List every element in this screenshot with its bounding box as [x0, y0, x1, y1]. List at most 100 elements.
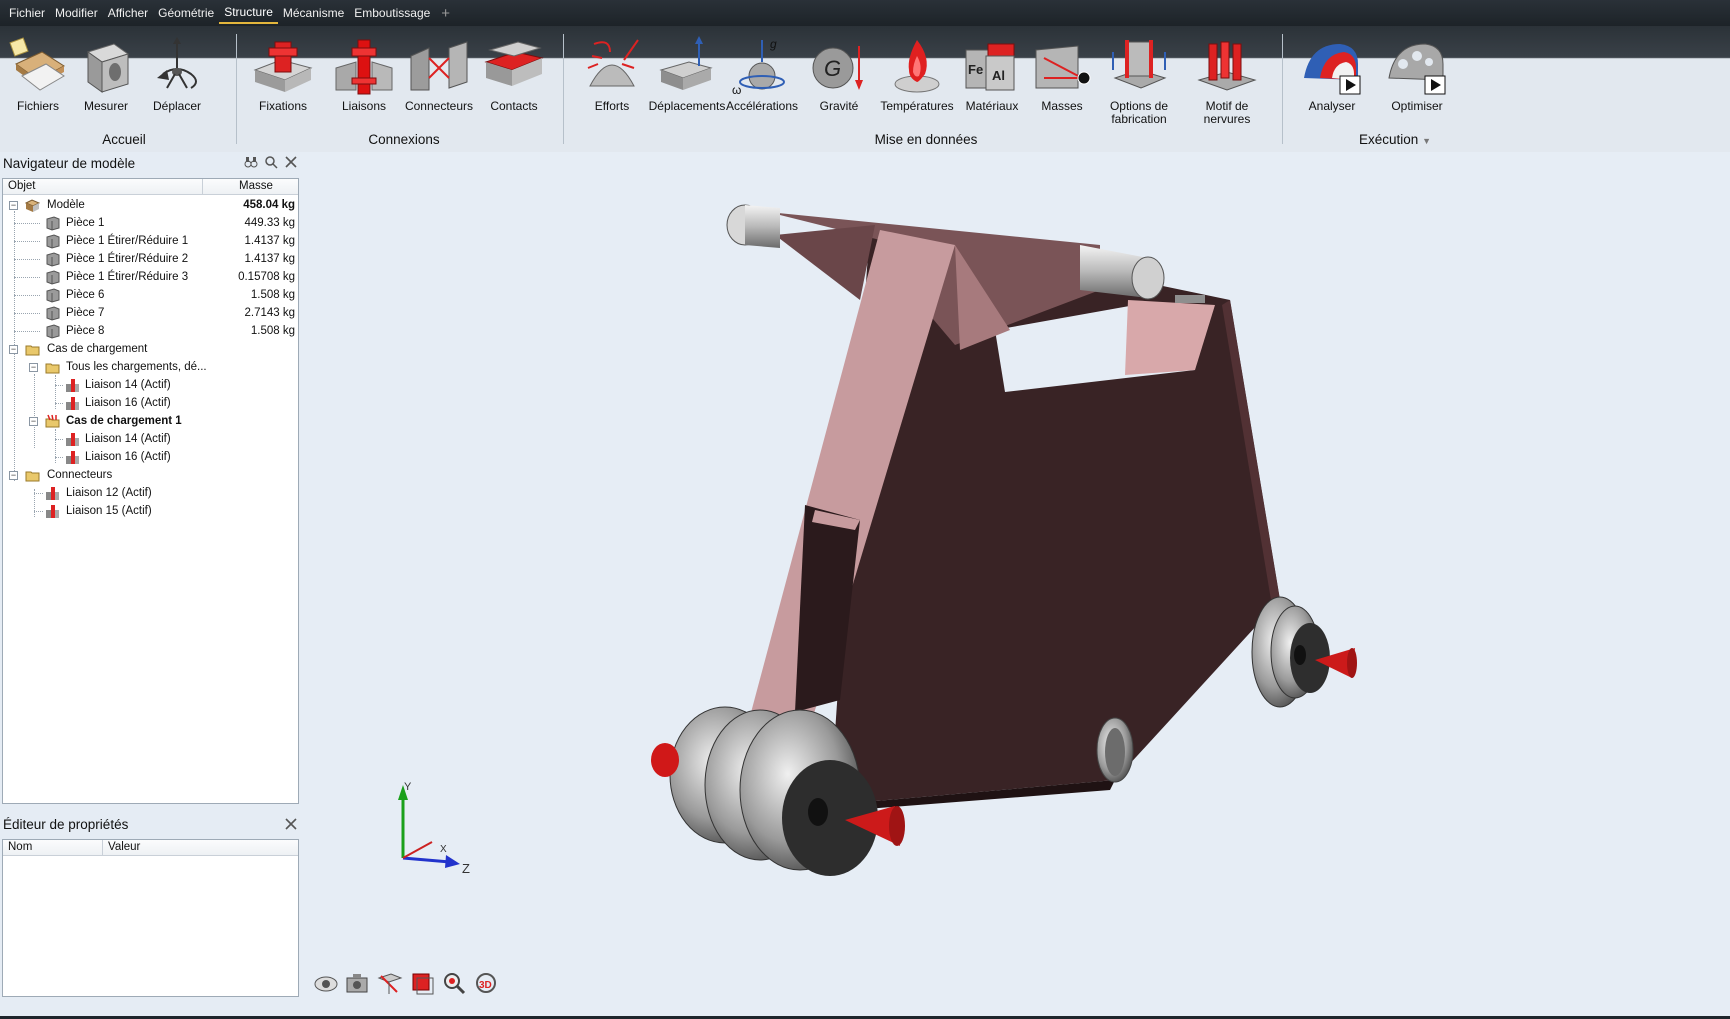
- deplacements-button[interactable]: Déplacements: [649, 26, 725, 134]
- connecteurs-button[interactable]: Connecteurs: [401, 26, 477, 134]
- measure-icon: [86, 43, 130, 93]
- tree-mass: 0.15708 kg: [238, 271, 295, 283]
- liaisons-icon: [335, 39, 393, 95]
- contacts-button[interactable]: Contacts: [476, 26, 552, 134]
- svg-text:3D: 3D: [479, 980, 492, 991]
- motif-nervures-button[interactable]: Motif de nervures: [1189, 26, 1265, 134]
- analyze-icon: [1304, 44, 1361, 95]
- tree-label: Liaison 14 (Actif): [85, 433, 171, 445]
- add-tab-icon[interactable]: +: [435, 5, 456, 22]
- menu-geometrie[interactable]: Géométrie: [153, 2, 219, 24]
- right-wheel-hub[interactable]: [1251, 596, 1357, 708]
- eye-icon[interactable]: [313, 970, 339, 996]
- tree-row-liaison[interactable]: Liaison 15 (Actif): [3, 502, 298, 520]
- tree-row-liaison[interactable]: Liaison 16 (Actif): [3, 448, 298, 466]
- tree-label: Cas de chargement 1: [66, 415, 182, 427]
- tree-label: Liaison 16 (Actif): [85, 397, 171, 409]
- options-fabrication-button[interactable]: Options de fabrication: [1101, 26, 1177, 134]
- tree-row-part[interactable]: Pièce 7 2.7143 kg: [3, 304, 298, 322]
- efforts-button[interactable]: Efforts: [574, 26, 650, 134]
- menu-structure[interactable]: Structure: [219, 2, 278, 24]
- collapse-icon[interactable]: −: [9, 470, 18, 480]
- analyser-button[interactable]: Analyser: [1294, 26, 1370, 134]
- binoculars-icon[interactable]: [244, 155, 258, 169]
- bolt-red[interactable]: [651, 743, 679, 777]
- fixations-button[interactable]: Fixations: [245, 26, 321, 134]
- tree-row-liaison[interactable]: Liaison 14 (Actif): [3, 376, 298, 394]
- tree-row-part[interactable]: Pièce 1 Étirer/Réduire 1 1.4137 kg: [3, 232, 298, 250]
- tree-mass: 1.4137 kg: [244, 235, 295, 247]
- tree-row-liaison[interactable]: Liaison 16 (Actif): [3, 394, 298, 412]
- options-label-line2: fabrication: [1111, 112, 1167, 126]
- tree-label: Liaison 14 (Actif): [85, 379, 171, 391]
- rib-pattern-icon: [1197, 41, 1257, 91]
- tree-row-connectors[interactable]: − Connecteurs: [3, 466, 298, 484]
- menu-modifier[interactable]: Modifier: [50, 2, 103, 24]
- tree-label: Pièce 1 Étirer/Réduire 1: [66, 235, 189, 247]
- chevron-down-icon[interactable]: ▼: [1422, 136, 1431, 146]
- 3d-view-icon[interactable]: 3D: [473, 970, 499, 996]
- deplacer-button[interactable]: Déplacer: [139, 26, 215, 134]
- menu-emboutissage[interactable]: Emboutissage: [349, 2, 435, 24]
- fixations-label: Fixations: [258, 99, 308, 113]
- contacts-label: Contacts: [490, 99, 538, 113]
- tree-row-part[interactable]: Pièce 8 1.508 kg: [3, 322, 298, 340]
- gravite-button[interactable]: G Gravité: [801, 26, 877, 134]
- 3d-viewport[interactable]: Y Z X: [300, 152, 1730, 1018]
- tree-row-part[interactable]: Pièce 1 Étirer/Réduire 2 1.4137 kg: [3, 250, 298, 268]
- collapse-icon[interactable]: −: [9, 344, 18, 354]
- group-execution-label[interactable]: Exécution ▼: [1345, 132, 1445, 147]
- masses-button[interactable]: Masses: [1024, 26, 1100, 134]
- view-toolbar: 3D: [313, 970, 499, 996]
- axis-z-label: Z: [462, 861, 470, 876]
- svg-text:Al: Al: [992, 68, 1005, 83]
- efforts-icon: [587, 39, 639, 87]
- tree-row-liaison[interactable]: Liaison 12 (Actif): [3, 484, 298, 502]
- tree-row-load-cases[interactable]: − Cas de chargement: [3, 340, 298, 358]
- accelerations-button[interactable]: g ω Accélérations: [724, 26, 800, 134]
- col-value-header[interactable]: Valeur: [108, 841, 140, 853]
- collapse-icon[interactable]: −: [29, 362, 38, 372]
- model-navigator-panel: Navigateur de modèle Objet Masse − Modèl…: [0, 152, 300, 804]
- group-accueil-label: Accueil: [102, 132, 146, 147]
- tree-label: Cas de chargement: [47, 343, 148, 355]
- options-label-line1: Options de: [1109, 99, 1169, 113]
- close-icon[interactable]: [284, 817, 298, 831]
- tree-label: Tous les chargements, dé...: [66, 361, 207, 373]
- section-view-icon[interactable]: [377, 970, 403, 996]
- menu-fichier[interactable]: Fichier: [4, 2, 50, 24]
- tree-label: Pièce 1 Étirer/Réduire 3: [66, 271, 189, 283]
- liaisons-button[interactable]: Liaisons: [326, 26, 402, 134]
- svg-text:Fe: Fe: [968, 62, 983, 77]
- tree-row-part[interactable]: Pièce 1 Étirer/Réduire 3 0.15708 kg: [3, 268, 298, 286]
- ribbon: Fichiers Mesurer Déplacer Fixations Liai…: [0, 26, 1730, 152]
- optimize-icon: [1388, 43, 1446, 95]
- zoom-icon[interactable]: [441, 970, 467, 996]
- col-mass-header[interactable]: Masse: [239, 180, 273, 192]
- optimiser-button[interactable]: Optimiser: [1379, 26, 1455, 134]
- camera-icon[interactable]: [345, 970, 371, 996]
- menu-afficher[interactable]: Afficher: [103, 2, 153, 24]
- temperatures-button[interactable]: Températures: [879, 26, 955, 134]
- tree-row-load-case-1[interactable]: − Cas de chargement 1: [3, 412, 298, 430]
- collapse-icon[interactable]: −: [9, 200, 18, 210]
- col-object-header[interactable]: Objet: [8, 180, 36, 192]
- mesurer-button[interactable]: Mesurer: [68, 26, 144, 134]
- tree-row-part[interactable]: Pièce 6 1.508 kg: [3, 286, 298, 304]
- tree-row-modele[interactable]: − Modèle 458.04 kg: [3, 196, 298, 214]
- fichiers-button[interactable]: Fichiers: [0, 26, 76, 134]
- tree-row-part[interactable]: Pièce 1 449.33 kg: [3, 214, 298, 232]
- collapse-icon[interactable]: −: [29, 416, 38, 426]
- shading-icon[interactable]: [409, 970, 435, 996]
- tree-row-all-loads[interactable]: − Tous les chargements, dé...: [3, 358, 298, 376]
- tree-row-liaison[interactable]: Liaison 14 (Actif): [3, 430, 298, 448]
- model-render[interactable]: Y Z X: [300, 152, 1730, 1018]
- tree-label: Liaison 12 (Actif): [66, 487, 152, 499]
- materiaux-button[interactable]: Fe Al Matériaux: [954, 26, 1030, 134]
- col-name-header[interactable]: Nom: [8, 841, 32, 853]
- menu-mecanisme[interactable]: Mécanisme: [278, 2, 349, 24]
- search-icon[interactable]: [264, 155, 278, 169]
- manufacturing-options-icon: [1112, 40, 1167, 89]
- close-icon[interactable]: [284, 155, 298, 169]
- group-mise-en-donnees-label: Mise en données: [874, 132, 978, 147]
